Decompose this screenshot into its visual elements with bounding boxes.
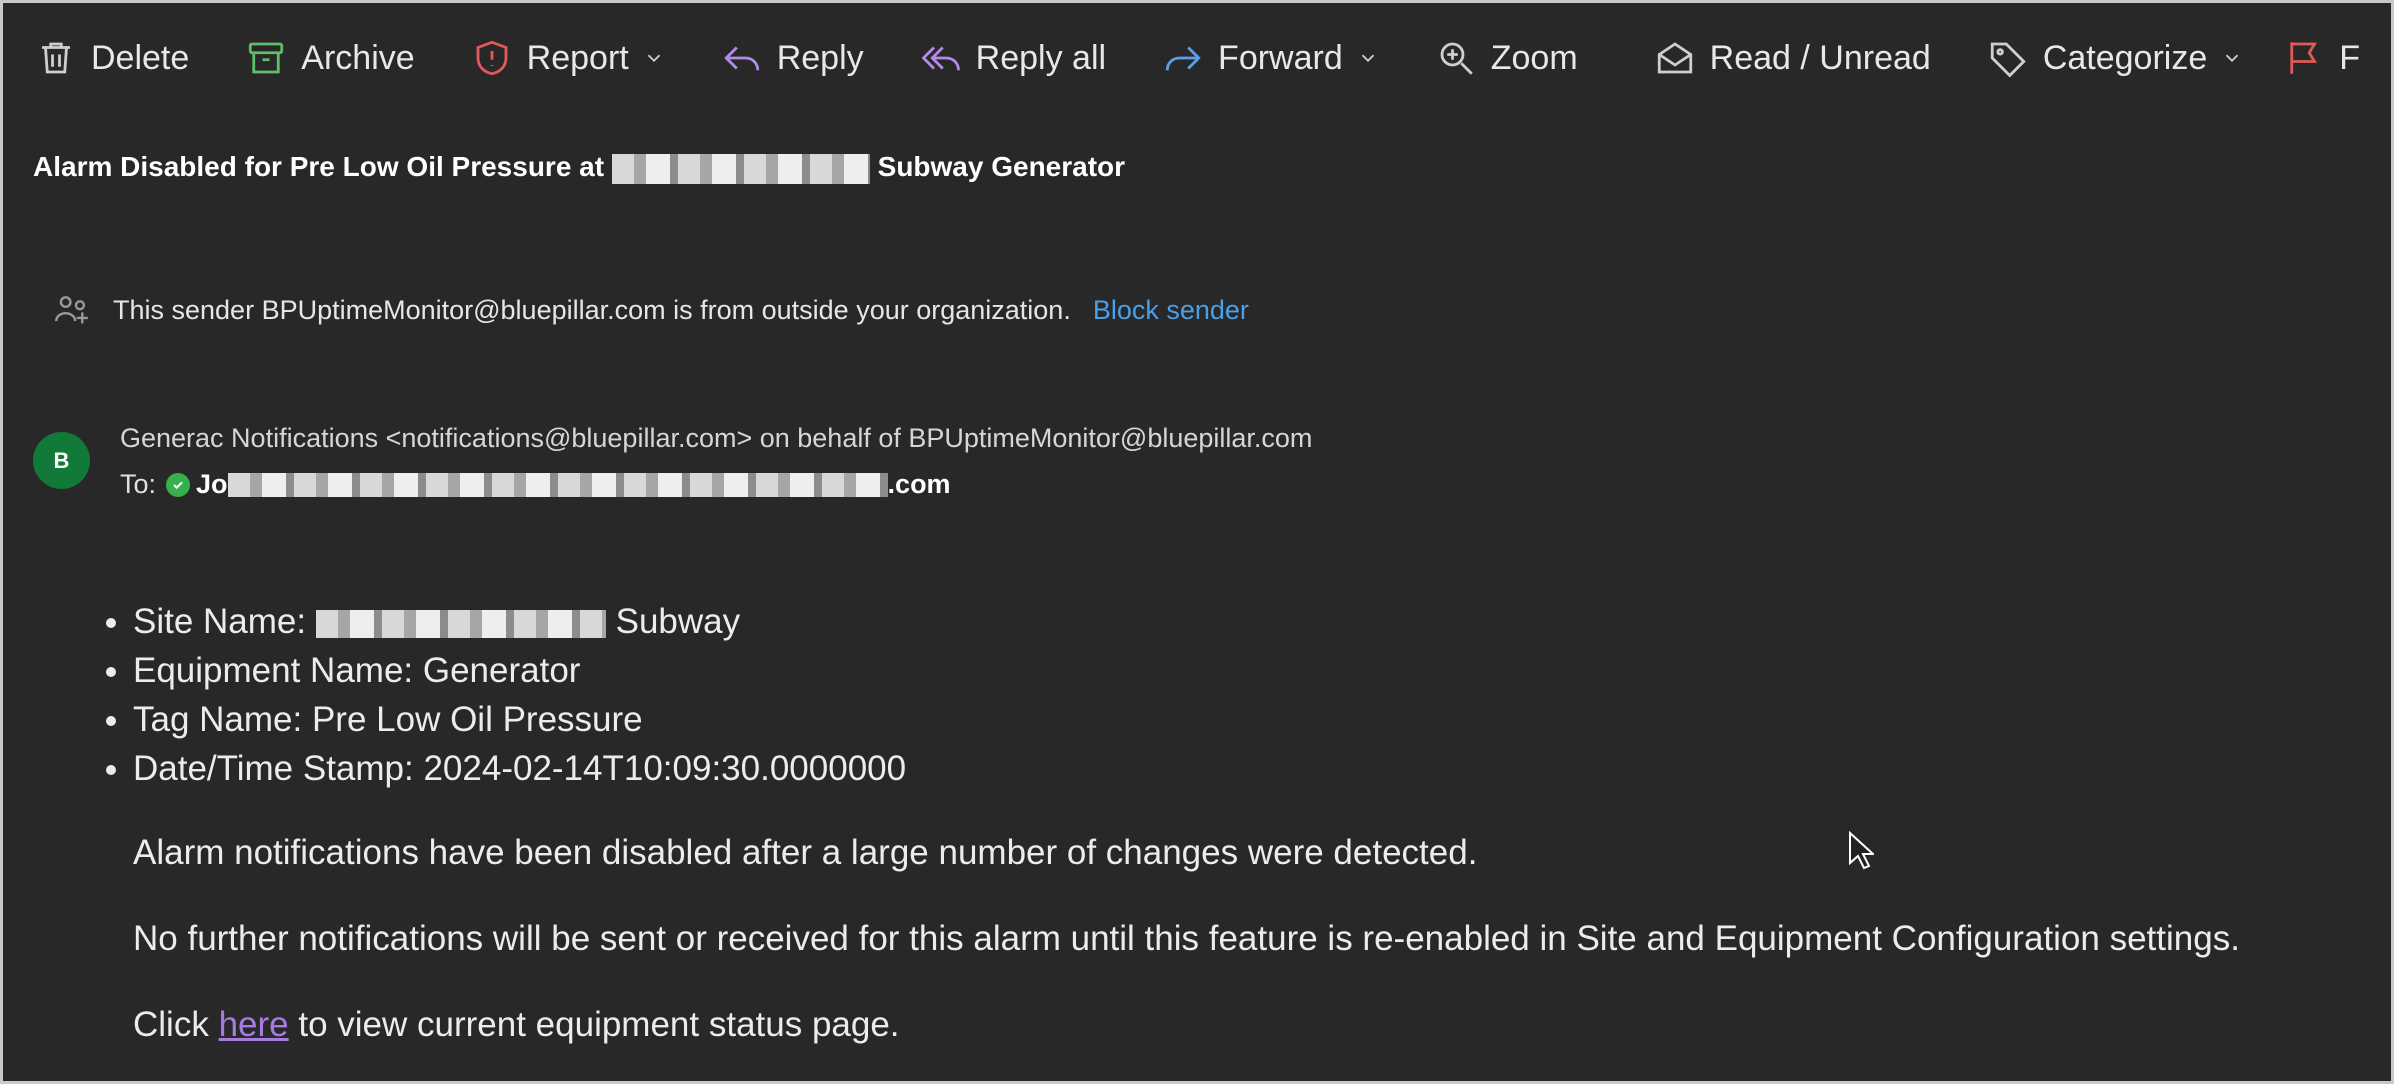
archive-button[interactable]: Archive bbox=[245, 23, 415, 93]
chevron-down-icon[interactable] bbox=[2221, 47, 2243, 69]
redacted-text bbox=[611, 153, 870, 184]
envelope-open-icon bbox=[1654, 37, 1696, 79]
read-unread-button[interactable]: Read / Unread bbox=[1654, 23, 1931, 93]
body-paragraph: Alarm notifications have been disabled a… bbox=[133, 833, 1478, 872]
list-item: Equipment Name: Generator bbox=[133, 646, 906, 695]
delete-button[interactable]: Delete bbox=[35, 23, 189, 93]
message-toolbar: Delete Archive Report Reply Reply all Fo… bbox=[3, 23, 2391, 93]
external-sender-banner: This sender BPUptimeMonitor@bluepillar.c… bbox=[53, 291, 1249, 329]
list-item: Site Name: Subway bbox=[133, 597, 906, 646]
mouse-cursor-icon bbox=[1848, 830, 1876, 871]
forward-icon bbox=[1162, 37, 1204, 79]
body-paragraph: No further notifications will be sent or… bbox=[133, 919, 2240, 958]
chevron-down-icon[interactable] bbox=[1357, 47, 1379, 69]
reply-all-button[interactable]: Reply all bbox=[920, 23, 1106, 93]
presence-available-icon bbox=[166, 472, 191, 497]
reply-button[interactable]: Reply bbox=[721, 23, 864, 93]
alarm-details-list: Site Name: Subway Equipment Name: Genera… bbox=[85, 597, 906, 793]
recipient-line: To: Jo .com bbox=[120, 469, 951, 500]
flag-button[interactable]: F bbox=[2283, 23, 2360, 93]
equipment-status-link[interactable]: here bbox=[219, 1005, 289, 1044]
forward-button[interactable]: Forward bbox=[1162, 23, 1379, 93]
body-paragraph: Click here to view current equipment sta… bbox=[133, 1005, 900, 1044]
sender-avatar[interactable]: B bbox=[33, 432, 90, 489]
list-item: Date/Time Stamp: 2024-02-14T10:09:30.000… bbox=[133, 744, 906, 793]
email-subject: Alarm Disabled for Pre Low Oil Pressure … bbox=[33, 151, 1126, 184]
zoom-icon bbox=[1435, 37, 1477, 79]
block-sender-link[interactable]: Block sender bbox=[1093, 295, 1249, 326]
report-button[interactable]: Report bbox=[471, 23, 665, 93]
tag-icon bbox=[1987, 37, 2029, 79]
categorize-button[interactable]: Categorize bbox=[1987, 23, 2243, 93]
archive-icon bbox=[245, 37, 287, 79]
reply-all-icon bbox=[920, 37, 962, 79]
sender-line[interactable]: Generac Notifications <notifications@blu… bbox=[120, 423, 1312, 454]
reply-icon bbox=[721, 37, 763, 79]
list-item: Tag Name: Pre Low Oil Pressure bbox=[133, 695, 906, 744]
zoom-button[interactable]: Zoom bbox=[1435, 23, 1578, 93]
shield-report-icon bbox=[471, 37, 513, 79]
flag-icon bbox=[2283, 37, 2325, 79]
trash-icon bbox=[35, 37, 77, 79]
redacted-text bbox=[227, 472, 888, 497]
chevron-down-icon[interactable] bbox=[643, 47, 665, 69]
redacted-text bbox=[315, 609, 606, 638]
recipient-name[interactable]: Jo bbox=[196, 469, 228, 500]
external-people-icon bbox=[53, 291, 91, 329]
email-reading-pane: Delete Archive Report Reply Reply all Fo… bbox=[3, 3, 2391, 1081]
